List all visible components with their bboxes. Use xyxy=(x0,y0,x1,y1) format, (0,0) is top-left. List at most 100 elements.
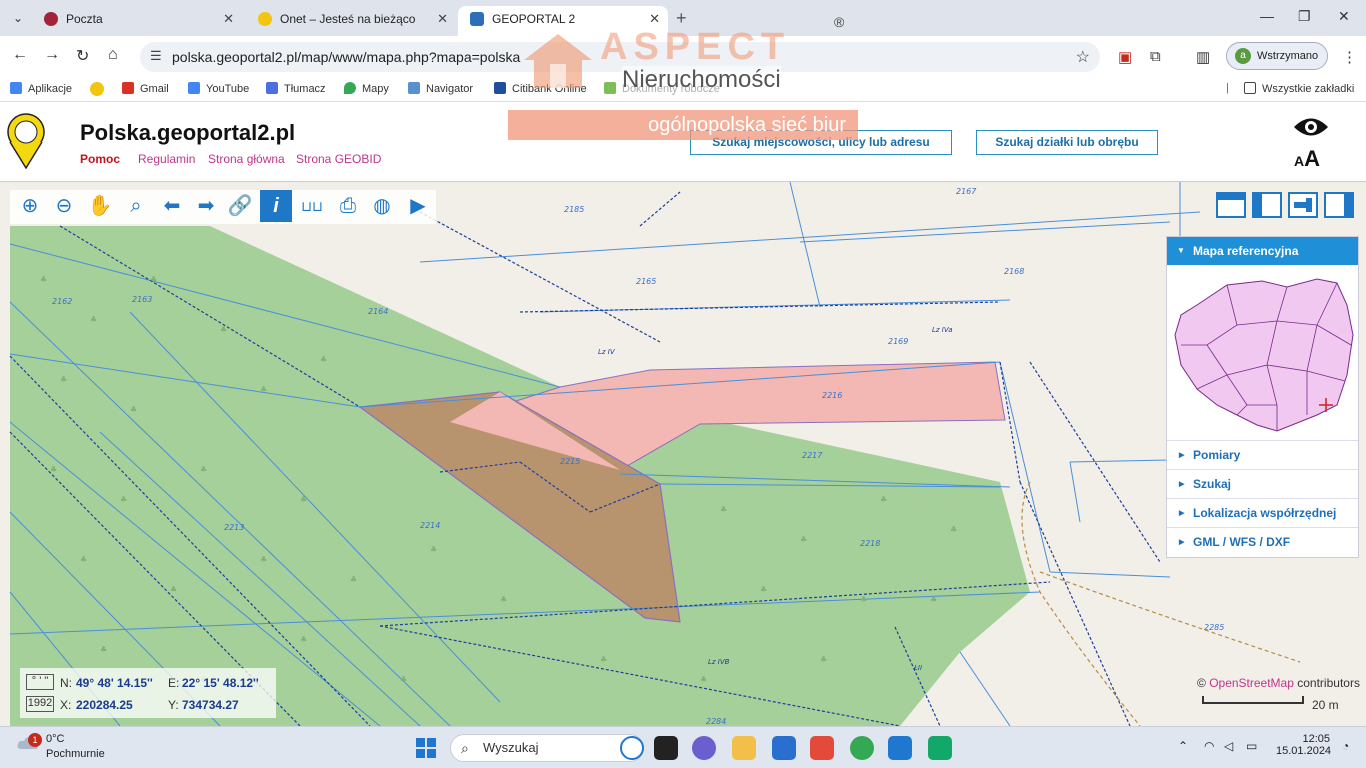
panel-szukaj[interactable]: Szukaj xyxy=(1167,470,1358,499)
close-tab-icon[interactable]: ✕ xyxy=(649,6,660,32)
view-fullscreen-icon[interactable] xyxy=(1216,192,1246,218)
docs-icon xyxy=(604,82,616,94)
bing-icon[interactable] xyxy=(620,736,644,760)
tray-overflow-icon[interactable]: ⌃ xyxy=(1178,739,1188,753)
info-icon[interactable]: i xyxy=(260,190,292,222)
nav-strona-geobid[interactable]: Strona GEOBID xyxy=(296,152,381,166)
volume-icon[interactable]: ◁ xyxy=(1224,739,1233,753)
search-address-button[interactable]: Szukaj miejscowości, ulicy lub adresu xyxy=(690,130,952,155)
nav-strona-glowna[interactable]: Strona główna xyxy=(208,152,285,166)
bookmark-tlumacz[interactable]: Tłumacz xyxy=(266,82,326,95)
panel-lokalizacja[interactable]: Lokalizacja współrzędnej xyxy=(1167,499,1358,528)
view-export-icon[interactable] xyxy=(1288,192,1318,218)
nav-regulamin[interactable]: Regulamin xyxy=(138,152,195,166)
panel-gml-wfs-dxf[interactable]: GML / WFS / DXF xyxy=(1167,528,1358,557)
reference-map[interactable] xyxy=(1167,265,1358,441)
app-icon[interactable] xyxy=(810,736,834,760)
menu-kebab-icon[interactable]: ⋮ xyxy=(1342,48,1357,66)
bookmark-citibank[interactable]: Citibank Online xyxy=(494,82,587,95)
pdf-app-icon[interactable] xyxy=(928,736,952,760)
tab-geoportal[interactable]: GEOPORTAL 2 ✕ xyxy=(458,6,668,36)
map-canvas[interactable]: ♣♣♣♣ ♣♣♣♣ ♣♣♣♣ ♣♣♣♣ ♣♣♣♣ ♣♣♣♣ ♣♣♣♣ ♣♣♣♣ … xyxy=(0,182,1366,726)
coord-format-button[interactable]: ° ' " xyxy=(26,674,54,690)
zoom-in-icon[interactable]: ⊕ xyxy=(14,190,46,222)
forward-arrow-icon[interactable]: ➡ xyxy=(190,190,222,222)
bookmark-mapy[interactable]: Mapy xyxy=(344,82,389,95)
view-right-panel-icon[interactable] xyxy=(1324,192,1354,218)
nav-pomoc[interactable]: Pomoc xyxy=(80,152,120,166)
clock[interactable]: 12:05 15.01.2024 xyxy=(1276,733,1331,757)
y-value: 734734.27 xyxy=(182,698,239,712)
store-icon[interactable] xyxy=(772,736,796,760)
wifi-icon[interactable]: ◠ xyxy=(1204,739,1214,753)
back-icon[interactable]: ← xyxy=(12,46,28,64)
close-tab-icon[interactable]: ✕ xyxy=(223,6,234,32)
forward-icon[interactable]: → xyxy=(44,46,60,64)
reference-map-header[interactable]: Mapa referencyjna xyxy=(1167,237,1358,265)
svg-text:2214: 2214 xyxy=(420,521,440,530)
svg-text:♣: ♣ xyxy=(720,505,727,514)
panel-pomiary[interactable]: Pomiary xyxy=(1167,441,1358,470)
geoportal-header: Polska.geoportal2.pl Pomoc Regulamin Str… xyxy=(0,102,1366,182)
site-title[interactable]: Polska.geoportal2.pl xyxy=(80,120,295,146)
view-left-panel-icon[interactable] xyxy=(1252,192,1282,218)
zoom-out-icon[interactable]: ⊖ xyxy=(48,190,80,222)
bookmark-gmail[interactable]: Gmail xyxy=(122,82,169,95)
bookmark-dokumenty[interactable]: Dokumenty robocze xyxy=(604,82,720,95)
home-icon[interactable]: ⌂ xyxy=(108,46,118,64)
eye-contrast-icon[interactable] xyxy=(1292,114,1330,140)
task-view-icon[interactable] xyxy=(654,736,678,760)
reload-icon[interactable]: ↻ xyxy=(76,46,89,66)
globe-icon[interactable]: ◍ xyxy=(366,190,398,222)
bookmark-youtube[interactable]: YouTube xyxy=(188,82,249,95)
new-tab-icon[interactable]: + xyxy=(676,8,687,29)
profile-button[interactable]: a Wstrzymano xyxy=(1226,42,1328,70)
extension-icon[interactable]: ▣ xyxy=(1118,48,1132,66)
windows-start-icon[interactable] xyxy=(416,738,436,758)
print-icon[interactable]: ⎙ xyxy=(332,190,364,222)
extensions-puzzle-icon[interactable]: ⧉ xyxy=(1150,48,1161,65)
bookmark-aplikacje[interactable]: Aplikacje xyxy=(10,82,72,95)
svg-text:♣: ♣ xyxy=(120,495,127,504)
measure-ruler-icon[interactable]: ⊔⊔ xyxy=(296,190,328,222)
clock-time: 12:05 xyxy=(1302,733,1330,745)
mail-icon[interactable] xyxy=(888,736,912,760)
close-window-icon[interactable]: ✕ xyxy=(1338,8,1350,25)
svg-text:♣: ♣ xyxy=(600,655,607,664)
close-tab-icon[interactable]: ✕ xyxy=(437,6,448,32)
battery-icon[interactable]: ▭ xyxy=(1246,739,1257,753)
taskbar-search[interactable]: ⌕ Wyszukaj xyxy=(450,734,644,762)
bookmark-navigator[interactable]: Navigator xyxy=(408,82,473,95)
maximize-icon[interactable]: ❐ xyxy=(1298,8,1311,25)
url-text[interactable]: polska.geoportal2.pl/map/www/mapa.php?ma… xyxy=(172,49,520,65)
osm-link[interactable]: OpenStreetMap xyxy=(1209,676,1294,690)
file-explorer-icon[interactable] xyxy=(732,736,756,760)
all-bookmarks[interactable]: Wszystkie zakładki xyxy=(1244,82,1354,95)
translate-icon xyxy=(266,82,278,94)
svg-text:2218: 2218 xyxy=(860,539,880,548)
teams-icon[interactable] xyxy=(692,736,716,760)
back-arrow-icon[interactable]: ⬅ xyxy=(156,190,188,222)
pan-hand-icon[interactable]: ✋ xyxy=(84,190,116,222)
svg-text:♣: ♣ xyxy=(820,655,827,664)
tab-poczta[interactable]: Poczta ✕ xyxy=(32,6,242,36)
video-icon[interactable]: ▶ xyxy=(402,190,434,222)
address-bar[interactable]: ☰ polska.geoportal2.pl/map/www/mapa.php?… xyxy=(140,42,1100,72)
tab-search-icon[interactable]: ⌄ xyxy=(8,8,28,28)
tab-onet[interactable]: Onet – Jesteś na bieżąco ✕ xyxy=(246,6,456,36)
scale-label: 20 m xyxy=(1312,698,1339,712)
weather-temp: 0°C xyxy=(46,733,65,745)
zoom-box-icon[interactable]: ⌕ xyxy=(120,190,152,222)
chrome-icon[interactable] xyxy=(850,736,874,760)
bookmark-star-icon[interactable]: ☆ xyxy=(1076,47,1090,67)
notifications-bell-icon[interactable]: ◔ xyxy=(1342,739,1349,753)
minimize-icon[interactable]: — xyxy=(1260,8,1274,24)
weather-widget[interactable]: 1 0°C Pochmurnie xyxy=(16,733,105,760)
site-settings-icon[interactable]: ☰ xyxy=(150,48,162,64)
coord-system-button[interactable]: 1992 xyxy=(26,696,54,712)
link-icon[interactable]: 🔗 xyxy=(224,190,256,222)
font-size-icon[interactable]: AA xyxy=(1294,146,1320,172)
side-panel-icon[interactable]: ▥ xyxy=(1196,48,1210,66)
search-parcel-button[interactable]: Szukaj działki lub obrębu xyxy=(976,130,1158,155)
bookmark-onet[interactable] xyxy=(90,82,110,97)
